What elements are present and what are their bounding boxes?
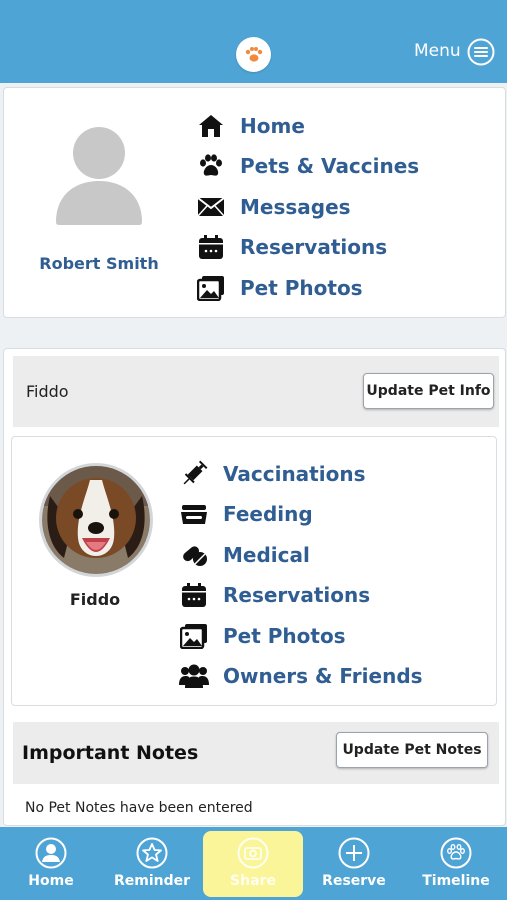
notes-title: Important Notes	[22, 742, 199, 764]
menu-icon[interactable]	[467, 38, 495, 66]
syringe-icon	[179, 459, 209, 489]
nav-pet-photos-label: Pet Photos	[240, 276, 363, 300]
nav-vaccinations[interactable]: Vaccinations	[179, 459, 365, 489]
nav-owners-friends[interactable]: Owners & Friends	[179, 661, 423, 691]
tab-reserve[interactable]: Reserve	[304, 827, 404, 900]
calendar-icon	[196, 232, 226, 262]
nav-home[interactable]: Home	[196, 111, 305, 141]
tab-reserve-label: Reserve	[322, 873, 386, 889]
pills-icon	[179, 540, 209, 570]
app-header: Menu	[0, 0, 507, 83]
nav-feeding-label: Feeding	[223, 502, 313, 526]
tab-timeline-label: Timeline	[422, 873, 490, 889]
nav-reservations-label: Reservations	[240, 235, 388, 259]
notes-empty-text: No Pet Notes have been entered	[25, 800, 253, 816]
tab-home[interactable]: Home	[1, 827, 101, 900]
tab-home-label: Home	[28, 873, 74, 889]
nav-home-label: Home	[240, 114, 305, 138]
home-icon	[196, 111, 226, 141]
calendar-icon	[179, 580, 209, 610]
camera-circle-icon	[237, 837, 269, 869]
star-circle-icon	[136, 837, 168, 869]
nav-pets-vaccines[interactable]: Pets & Vaccines	[196, 151, 419, 181]
nav-medical-label: Medical	[223, 543, 310, 567]
notes-header-bar: Important Notes Update Pet Notes	[13, 722, 499, 784]
pet-photo[interactable]	[39, 463, 153, 577]
tab-share-label: Share	[230, 873, 276, 889]
nav-messages[interactable]: Messages	[196, 192, 351, 222]
users-icon	[179, 661, 209, 691]
nav-pets-vaccines-label: Pets & Vaccines	[240, 154, 420, 178]
photos-icon	[196, 273, 226, 303]
photos-icon	[179, 621, 209, 651]
pet-bar-name: Fiddo	[26, 382, 69, 401]
tab-share[interactable]: Share	[203, 831, 303, 897]
tab-reminder[interactable]: Reminder	[102, 827, 202, 900]
food-bowl-icon	[179, 499, 209, 529]
plus-circle-icon	[338, 837, 370, 869]
paw-logo-icon[interactable]	[236, 37, 271, 72]
nav-reservations[interactable]: Reservations	[196, 232, 387, 262]
nav-messages-label: Messages	[240, 195, 351, 219]
nav-pet-photos-2[interactable]: Pet Photos	[179, 621, 346, 651]
dog-photo-image	[42, 466, 150, 574]
nav-owners-friends-label: Owners & Friends	[223, 664, 423, 688]
nav-pet-reservations-label: Reservations	[223, 583, 371, 607]
envelope-icon	[196, 192, 226, 222]
pet-name: Fiddo	[69, 590, 121, 609]
nav-feeding[interactable]: Feeding	[179, 499, 313, 529]
bottom-tab-bar: Home Reminder Share Reserve Timeline	[0, 827, 507, 900]
nav-pet-reservations[interactable]: Reservations	[179, 580, 370, 610]
nav-medical[interactable]: Medical	[179, 540, 310, 570]
pet-header-bar: Fiddo Update Pet Info	[13, 356, 499, 427]
avatar[interactable]	[54, 126, 144, 226]
paw-icon	[196, 151, 226, 181]
pet-card: Fiddo Vaccinations Feeding Medical Reser…	[11, 436, 497, 706]
tab-reminder-label: Reminder	[113, 873, 191, 889]
menu-label[interactable]: Menu	[414, 41, 461, 61]
person-circle-icon	[35, 837, 67, 869]
profile-name[interactable]: Robert Smith	[4, 254, 194, 273]
tab-timeline[interactable]: Timeline	[406, 827, 506, 900]
nav-pet-photos-2-label: Pet Photos	[223, 624, 346, 648]
nav-pet-photos[interactable]: Pet Photos	[196, 273, 363, 303]
update-pet-info-button[interactable]: Update Pet Info	[363, 373, 494, 409]
update-pet-notes-button[interactable]: Update Pet Notes	[336, 732, 488, 768]
profile-card: Robert Smith Home Pets & Vaccines Messag…	[3, 87, 506, 318]
nav-vaccinations-label: Vaccinations	[223, 462, 366, 486]
paw-circle-icon	[440, 837, 472, 869]
